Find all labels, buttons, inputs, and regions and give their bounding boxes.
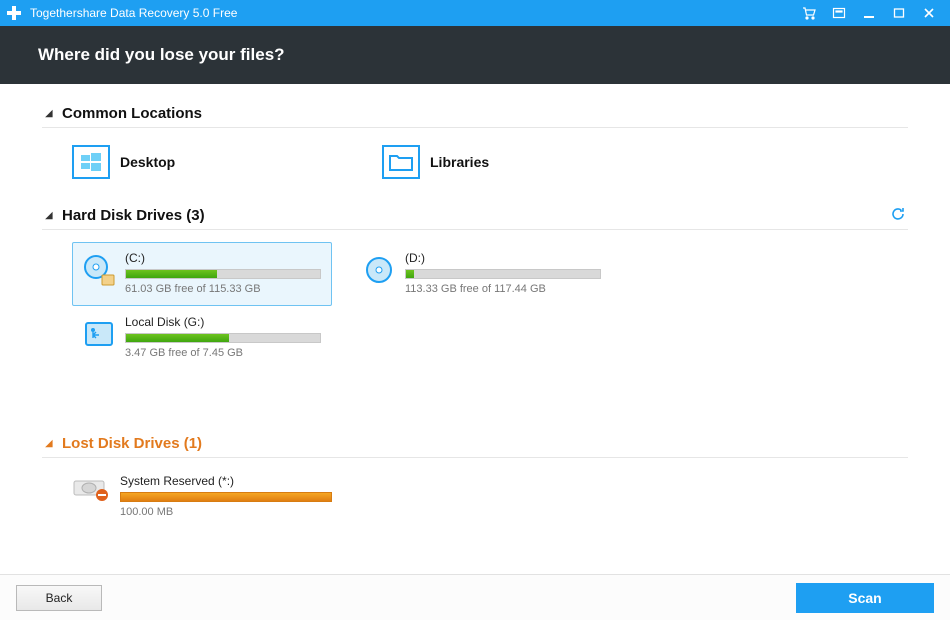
section-title: Hard Disk Drives (3) xyxy=(62,207,205,224)
section-title: Lost Disk Drives (1) xyxy=(62,435,202,452)
scan-button[interactable]: Scan xyxy=(796,583,934,613)
section-header-lost[interactable]: ◢ Lost Disk Drives (1) xyxy=(42,430,908,458)
drive-removed-icon xyxy=(72,474,112,504)
location-desktop[interactable]: Desktop xyxy=(72,140,352,184)
about-button[interactable] xyxy=(824,0,854,26)
main-content: ◢ Common Locations Desktop L xyxy=(0,84,950,574)
collapse-toggle-icon: ◢ xyxy=(42,210,56,221)
drive-name: Local Disk (G:) xyxy=(125,315,321,329)
location-libraries[interactable]: Libraries xyxy=(382,140,662,184)
location-label: Libraries xyxy=(430,154,489,170)
page-question: Where did you lose your files? xyxy=(0,26,950,84)
title-bar: Togethershare Data Recovery 5.0 Free xyxy=(0,0,950,26)
cd-drive-icon xyxy=(81,251,117,289)
folder-icon xyxy=(382,145,420,179)
collapse-toggle-icon: ◢ xyxy=(42,438,56,449)
close-button[interactable] xyxy=(914,0,944,26)
drive-size-text: 3.47 GB free of 7.45 GB xyxy=(125,347,321,359)
minimize-button[interactable] xyxy=(854,0,884,26)
usage-bar xyxy=(120,492,332,502)
windows-icon xyxy=(72,145,110,179)
section-common-locations: ◢ Common Locations Desktop L xyxy=(42,100,908,184)
drive-name: (C:) xyxy=(125,251,321,265)
maximize-button[interactable] xyxy=(884,0,914,26)
lost-drive-system-reserved[interactable]: System Reserved (*:) 100.00 MB xyxy=(72,470,332,518)
drive-g[interactable]: Local Disk (G:) 3.47 GB free of 7.45 GB xyxy=(72,306,332,370)
section-hard-drives: ◢ Hard Disk Drives (3) (C:) xyxy=(42,202,908,370)
section-title: Common Locations xyxy=(62,105,202,122)
app-title: Togethershare Data Recovery 5.0 Free xyxy=(30,6,237,20)
cart-button[interactable] xyxy=(794,0,824,26)
drive-d[interactable]: (D:) 113.33 GB free of 117.44 GB xyxy=(352,242,612,306)
drive-c[interactable]: (C:) 61.03 GB free of 115.33 GB xyxy=(72,242,332,306)
usb-drive-icon xyxy=(81,315,117,353)
location-label: Desktop xyxy=(120,154,175,170)
section-header-drives[interactable]: ◢ Hard Disk Drives (3) xyxy=(42,202,908,230)
drive-size-text: 113.33 GB free of 117.44 GB xyxy=(405,283,601,295)
cd-drive-icon xyxy=(361,251,397,289)
section-lost-drives: ◢ Lost Disk Drives (1) System Reserved (… xyxy=(42,430,908,518)
back-button[interactable]: Back xyxy=(16,585,102,611)
section-header-common[interactable]: ◢ Common Locations xyxy=(42,100,908,128)
lost-drive-name: System Reserved (*:) xyxy=(120,474,332,488)
lost-drive-size-text: 100.00 MB xyxy=(120,506,332,518)
footer: Back Scan xyxy=(0,574,950,620)
usage-bar xyxy=(125,333,321,343)
collapse-toggle-icon: ◢ xyxy=(42,108,56,119)
usage-bar xyxy=(405,269,601,279)
usage-bar xyxy=(125,269,321,279)
refresh-button[interactable] xyxy=(890,206,908,224)
app-logo-icon xyxy=(6,5,22,21)
drive-size-text: 61.03 GB free of 115.33 GB xyxy=(125,283,321,295)
drive-name: (D:) xyxy=(405,251,601,265)
